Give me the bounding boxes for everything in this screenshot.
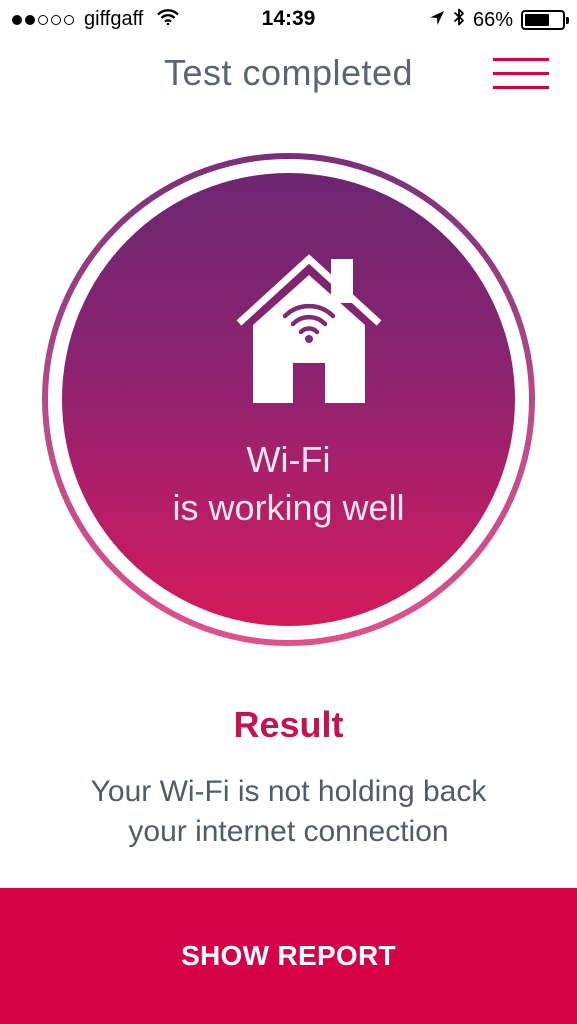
status-circle: Wi-Fi is working well [42, 153, 535, 646]
menu-line [493, 72, 549, 75]
screen: giffgaff 14:39 66% Test completed Wi-Fi … [0, 0, 577, 1024]
status-circle-fill: Wi-Fi is working well [62, 173, 515, 626]
status-circle-ring: Wi-Fi is working well [48, 159, 529, 640]
status-right: 66% [429, 7, 569, 33]
page-title: Test completed [163, 52, 414, 93]
status-bar: giffgaff 14:39 66% [0, 0, 577, 40]
bluetooth-icon [453, 7, 465, 33]
result-description: Your Wi-Fi is not holding back your inte… [20, 772, 557, 852]
hamburger-menu-icon[interactable] [493, 58, 549, 92]
result-line-1: Your Wi-Fi is not holding back [90, 775, 487, 808]
circle-line-1: Wi-Fi [246, 439, 331, 480]
circle-line-2: is working well [172, 487, 405, 528]
battery-percent: 66% [472, 8, 513, 31]
battery-icon [521, 10, 569, 30]
house-wifi-icon [235, 251, 383, 403]
menu-line [493, 86, 549, 89]
show-report-button[interactable]: SHOW REPORT [0, 888, 577, 1024]
result-line-2: your internet connection [128, 815, 449, 848]
result-heading: Result [233, 704, 344, 745]
menu-line [493, 58, 549, 61]
location-arrow-icon [429, 9, 445, 32]
battery-fill [525, 14, 549, 26]
battery-tip [566, 17, 569, 24]
